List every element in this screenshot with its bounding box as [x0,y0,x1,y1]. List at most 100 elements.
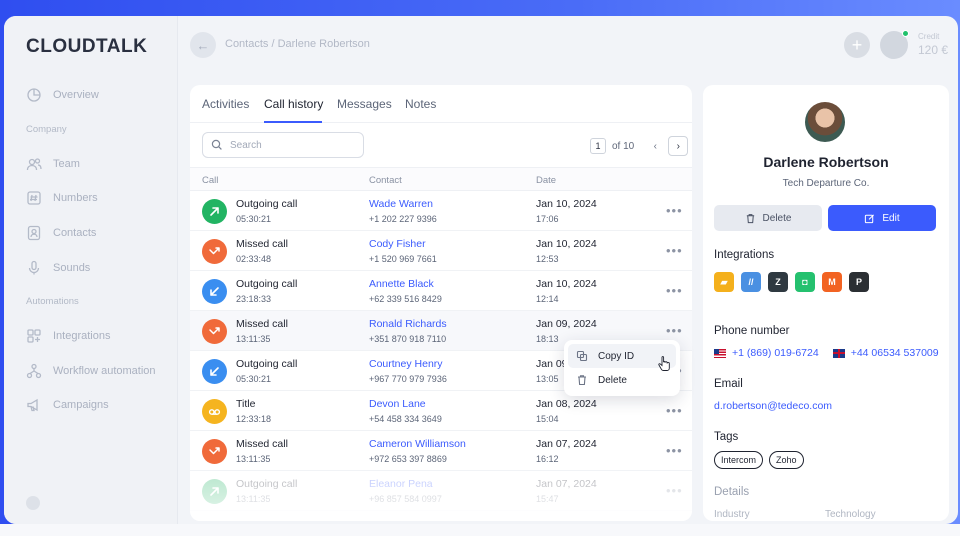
credit-value: 120 € [918,43,949,57]
call-type: Missed call [236,318,288,330]
contact-name-link[interactable]: Courtney Henry [369,358,443,370]
table-row[interactable]: Outgoing call 13:11:35 Eleanor Pena +96 857… [190,471,692,511]
hash-icon [26,190,42,206]
missed-call-icon [202,439,227,464]
contact-name-link[interactable]: Cameron Williamson [369,438,466,450]
workflow-icon [26,363,42,379]
sidebar-item-integrations[interactable]: Integrations [26,319,166,354]
copy-icon [576,350,588,362]
sidebar-item-numbers[interactable]: Numbers [26,181,166,216]
tag-chip[interactable]: Zoho [769,451,804,469]
call-date: Jan 10, 2024 [536,278,597,290]
table-row[interactable]: Missed call 02:33:48 Cody Fisher +1 520 969… [190,231,692,271]
contact-name-link[interactable]: Wade Warren [369,198,433,210]
contact-phone: +1 202 227 9396 [369,214,437,224]
details-industry-label: Industry [714,509,750,520]
email-link[interactable]: d.robertson@tedeco.com [714,400,832,412]
edit-icon [864,213,875,224]
sidebar-item-workflow-automation[interactable]: Workflow automation [26,354,166,389]
phone-title: Phone number [714,325,790,337]
integration-blue-icon[interactable]: // [741,272,761,292]
contact-company: Tech Departure Co. [782,178,870,189]
call-duration: 23:18:33 [236,294,272,304]
call-time: 15:47 [536,494,559,504]
contact-name-link[interactable]: Devon Lane [369,398,426,410]
more-options-icon[interactable]: ••• [666,483,683,498]
plus-icon: + [851,34,863,55]
call-date: Jan 08, 2024 [536,398,597,410]
trash-icon [576,374,588,386]
online-status-dot [902,30,909,37]
sidebar-nav: Overview Company Team Numbers Contacts S… [26,78,166,423]
column-header-call: Call [202,175,219,186]
table-row[interactable]: Missed call 13:11:35 Cameron Williamson +97… [190,431,692,471]
call-type: Missed call [236,438,288,450]
more-options-icon[interactable]: ••• [666,323,683,338]
call-time: 12:53 [536,254,559,264]
sidebar-item-label: Integrations [53,330,111,343]
contact-name-link[interactable]: Annette Black [369,278,434,290]
contact-name-link[interactable]: Eleanor Pena [369,478,433,490]
edit-label: Edit [882,212,900,224]
contact-name-link[interactable]: Cody Fisher [369,238,426,250]
add-button[interactable]: + [844,32,870,58]
tab-bar: Activities Call history Messages Notes [190,85,692,123]
search-input[interactable]: Search [202,132,364,158]
freshdesk-icon[interactable]: ◘ [795,272,815,292]
tab-notes[interactable]: Notes [405,97,436,111]
incoming-call-icon [202,359,227,384]
sidebar-item-team[interactable]: Team [26,147,166,182]
pipedrive-icon[interactable]: P [849,272,869,292]
table-row[interactable]: Outgoing call 05:30:21 Wade Warren +1 202 2… [190,191,692,231]
table-row[interactable]: Outgoing call 23:18:33 Annette Black +62 33… [190,271,692,311]
megaphone-icon [26,397,42,413]
phone-number-1[interactable]: +1 (869) 019-6724 [732,347,819,359]
prev-page-button[interactable]: ‹ [648,141,662,152]
tab-messages[interactable]: Messages [337,97,392,111]
credit-label: Credit [918,32,940,41]
contact-phone: +972 653 397 8869 [369,454,447,464]
tab-call-history[interactable]: Call history [264,97,323,111]
table-row[interactable]: Title 12:33:18 Devon Lane +54 458 334 3649 J… [190,391,692,431]
details-industry-value: Technology [825,509,876,520]
more-options-icon[interactable]: ••• [666,443,683,458]
delete-label: Delete [762,212,792,224]
tab-activities[interactable]: Activities [202,97,249,111]
more-options-icon[interactable]: ••• [666,403,683,418]
pagination: 1 of 10 ‹ › [590,136,689,156]
contact-phone: +62 339 516 8429 [369,294,442,304]
contact-name: Darlene Robertson [763,154,889,170]
trash-icon [745,213,756,224]
sidebar-item-label: Campaigns [53,399,109,412]
contact-name-link[interactable]: Ronald Richards [369,318,447,330]
tags-list: Intercom Zoho [714,451,804,469]
search-icon [211,139,223,151]
call-duration: 02:33:48 [236,254,272,264]
contact-details-panel: Darlene Robertson Tech Departure Co. Del… [703,85,949,521]
sidebar-item-overview[interactable]: Overview [26,78,166,113]
magento-icon[interactable]: M [822,272,842,292]
sidebar-item-campaigns[interactable]: Campaigns [26,388,166,423]
call-time: 18:13 [536,334,559,344]
arrow-left-icon: ← [196,37,210,53]
edit-contact-button[interactable]: Edit [828,205,936,231]
page-count: of 10 [612,140,635,152]
more-options-icon[interactable]: ••• [666,283,683,298]
call-duration: 05:30:21 [236,214,272,224]
column-header-contact: Contact [369,175,402,186]
sidebar-item-contacts[interactable]: Contacts [26,216,166,251]
zendesk-icon[interactable]: Z [768,272,788,292]
app-window: CLOUDTALK Overview Company Team Numbers … [4,16,958,524]
tag-chip[interactable]: Intercom [714,451,764,469]
more-options-icon[interactable]: ••• [666,243,683,258]
phone-number-2[interactable]: +44 06534 537009 [851,347,939,359]
more-options-icon[interactable]: ••• [666,203,683,218]
next-page-button[interactable]: › [668,136,689,156]
call-duration: 13:11:35 [236,454,271,464]
back-button[interactable]: ← [190,32,216,58]
logo: CLOUDTALK [26,36,148,57]
delete-contact-button[interactable]: Delete [714,205,822,231]
sidebar-item-sounds[interactable]: Sounds [26,250,166,285]
page-number-input[interactable]: 1 [590,138,606,154]
integration-yellow-icon[interactable]: ▰ [714,272,734,292]
